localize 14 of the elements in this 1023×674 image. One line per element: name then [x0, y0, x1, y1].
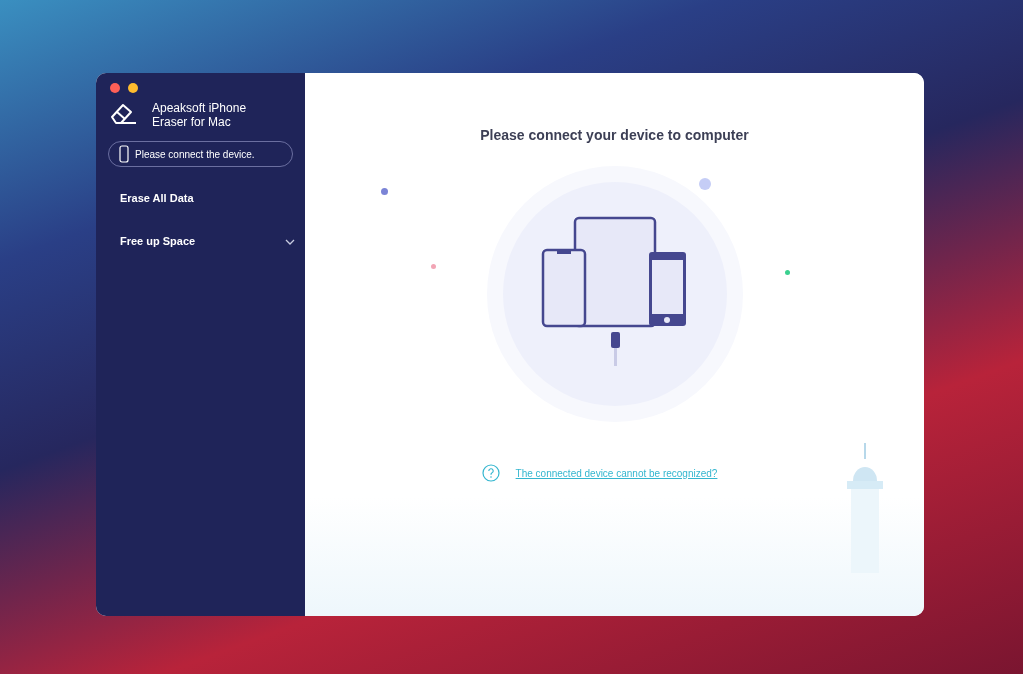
minimize-window-icon[interactable] [128, 83, 138, 93]
sidebar-item[interactable]: Erase All Data [96, 177, 305, 220]
dot-icon [784, 270, 790, 275]
dot-icon [698, 178, 711, 190]
dot-icon [430, 264, 436, 269]
connect-heading: Please connect your device to computer [480, 126, 749, 145]
app-name: Apeaksoft iPhone Eraser for Mac [152, 101, 248, 129]
help-icon [481, 464, 500, 482]
close-window-icon[interactable] [110, 83, 120, 93]
chevron-icon[interactable] [285, 238, 295, 245]
dot-icon [380, 188, 388, 195]
phone-icon [119, 145, 129, 163]
sidebar-item[interactable]: Free up Space [96, 220, 305, 263]
device-status-text: Please connect the device. [135, 147, 255, 162]
